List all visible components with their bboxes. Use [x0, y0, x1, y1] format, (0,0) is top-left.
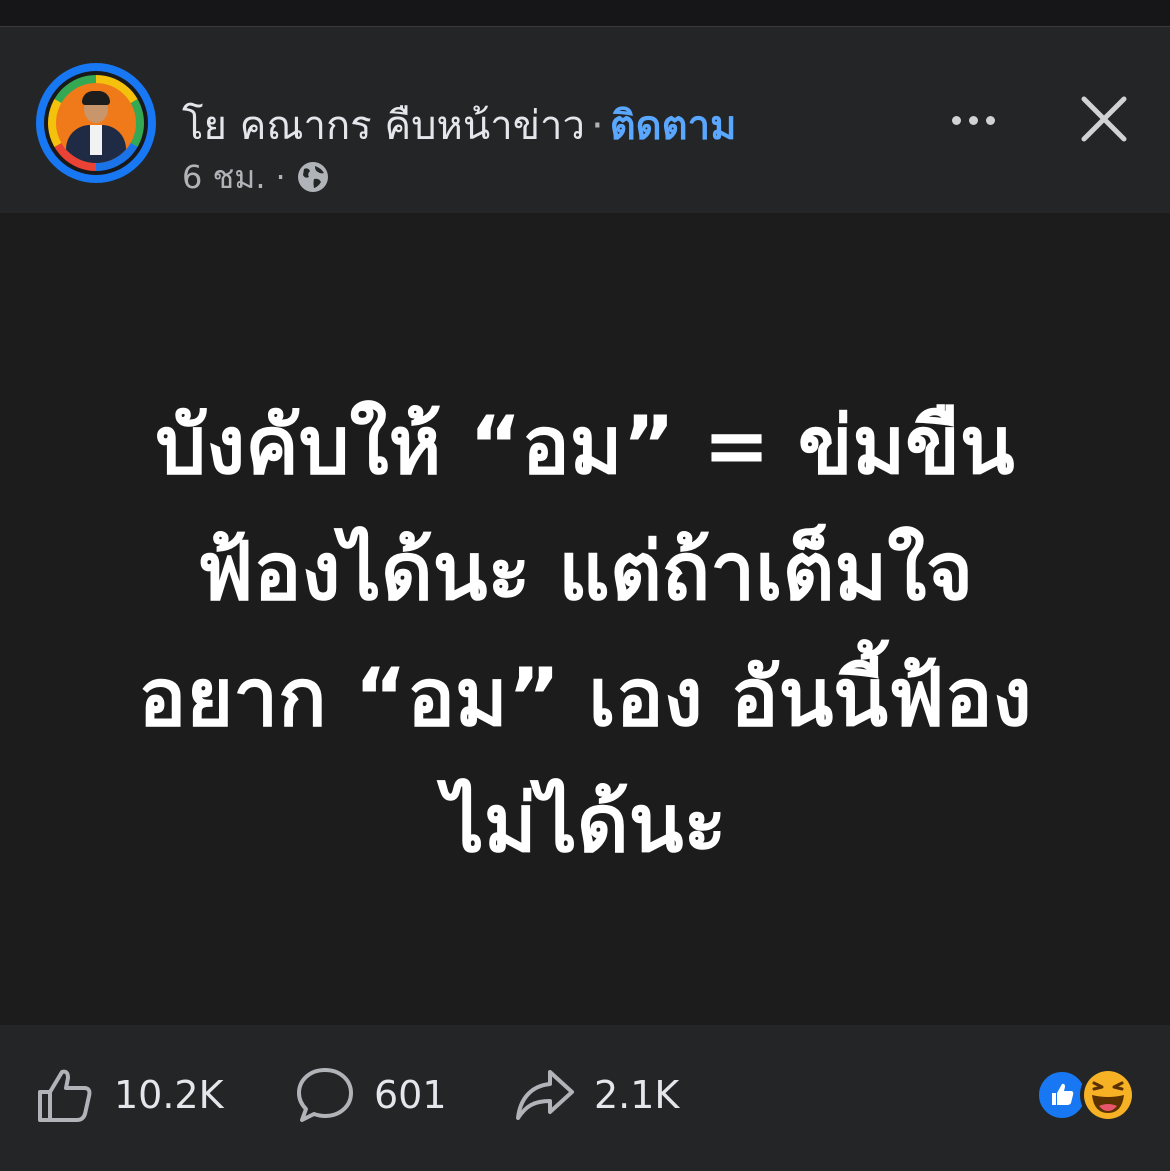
share-count: 2.1K — [594, 1073, 680, 1117]
author-line: โย คณากร คืบหน้าข่าว · ติดตาม — [182, 99, 736, 153]
post-actions-bar: 10.2K 601 2.1K — [0, 1025, 1170, 1171]
follow-button[interactable]: ติดตาม — [610, 103, 737, 149]
more-options-button[interactable] — [938, 97, 1008, 143]
share-icon — [516, 1070, 574, 1120]
globe-icon — [296, 160, 330, 194]
post-timestamp[interactable]: 6 ชม. — [182, 155, 266, 199]
post-text-line: อยาก “อม” เอง อันนี้ฟ้อง — [138, 651, 1032, 744]
comment-button[interactable]: 601 — [294, 1063, 447, 1127]
close-button[interactable] — [1074, 89, 1134, 149]
top-strip — [0, 0, 1170, 27]
like-count: 10.2K — [114, 1073, 224, 1117]
close-icon — [1081, 96, 1127, 142]
comment-count: 601 — [374, 1073, 447, 1117]
post-header: โย คณากร คืบหน้าข่าว · ติดตาม 6 ชม. · — [0, 27, 1170, 213]
author-name[interactable]: โย คณากร คืบหน้าข่าว — [182, 103, 585, 149]
post-text-line: บังคับให้ “อม” = ข่มขืน — [155, 399, 1015, 492]
share-button[interactable]: 2.1K — [514, 1063, 679, 1127]
post-text-line: ไม่ได้นะ — [443, 777, 727, 870]
more-horizontal-icon — [951, 115, 961, 125]
comment-icon — [297, 1068, 353, 1122]
haha-reaction-icon — [1080, 1067, 1136, 1123]
reactions-summary[interactable] — [1036, 1067, 1140, 1123]
post-text: บังคับให้ “อม” = ข่มขืน ฟ้องได้นะ แต่ถ้า… — [40, 383, 1130, 887]
author-separator: · — [590, 103, 604, 149]
meta-separator: · — [275, 158, 286, 196]
thumbs-up-icon — [38, 1069, 92, 1122]
post-meta: 6 ชม. · — [182, 155, 330, 199]
post-text-line: ฟ้องได้นะ แต่ถ้าเต็มใจ — [196, 525, 974, 618]
post-body: บังคับให้ “อม” = ข่มขืน ฟ้องได้นะ แต่ถ้า… — [0, 213, 1170, 1025]
like-button[interactable]: 10.2K — [34, 1063, 224, 1127]
avatar-photo — [56, 83, 136, 163]
avatar[interactable] — [36, 63, 156, 183]
